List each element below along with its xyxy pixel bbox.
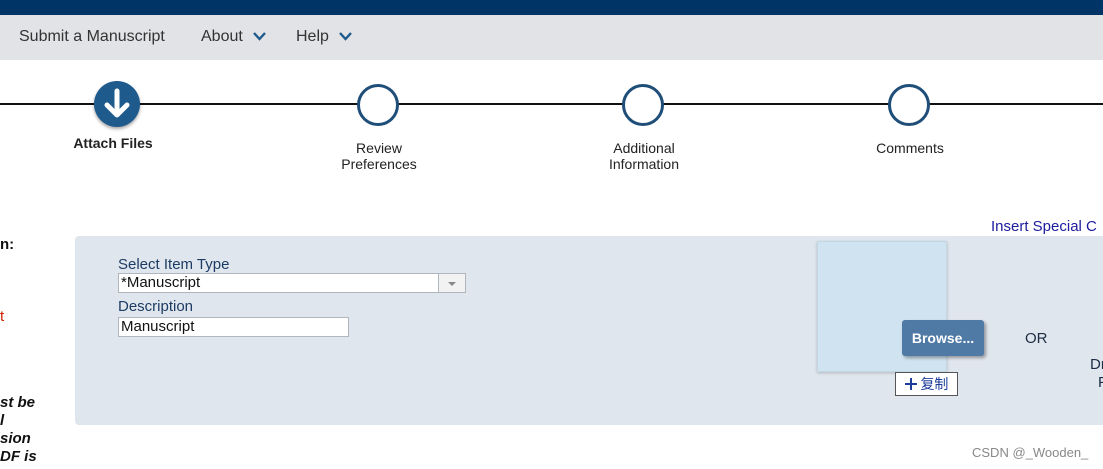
step-label-line: Information: [608, 156, 680, 172]
step-additional-information[interactable]: [622, 84, 664, 126]
watermark: CSDN @_Wooden_: [972, 445, 1089, 460]
nav-about[interactable]: About: [201, 28, 267, 46]
nav-help-label: Help: [296, 28, 329, 45]
nav-about-label: About: [201, 28, 243, 45]
step-label-line: Review: [356, 140, 402, 156]
left-text-fragment: l: [0, 412, 5, 429]
step-label-additional-information: Additional Information: [574, 140, 714, 172]
drag-drop-text-fragment: Dr: [1090, 356, 1103, 373]
step-review-preferences[interactable]: [357, 84, 399, 126]
left-text-fragment: t: [0, 308, 5, 325]
or-label: OR: [1025, 330, 1048, 347]
top-bar: [0, 0, 1103, 15]
insert-special-characters-link[interactable]: Insert Special C: [991, 218, 1097, 235]
item-type-value: *Manuscript: [121, 274, 201, 291]
description-input[interactable]: Manuscript: [118, 317, 349, 337]
progress-line: [0, 103, 1103, 105]
step-comments[interactable]: [888, 84, 930, 126]
left-text-fragment: st be: [0, 394, 36, 411]
description-label: Description: [118, 298, 194, 315]
copy-button[interactable]: 复制: [895, 372, 958, 396]
step-label-review-preferences: Review Preferences: [309, 140, 449, 172]
item-type-select[interactable]: *Manuscript: [118, 273, 466, 293]
chevron-down-icon: [339, 32, 353, 42]
step-label-attach-files: Attach Files: [73, 135, 153, 151]
select-item-type-label: Select Item Type: [118, 256, 230, 273]
caret-down-icon: [448, 282, 456, 286]
step-attach-files[interactable]: [94, 81, 140, 127]
arrow-down-icon: [104, 88, 130, 118]
plus-icon: [904, 378, 917, 390]
chevron-down-icon: [253, 32, 267, 42]
nav-help[interactable]: Help: [296, 28, 353, 46]
step-label-line: Preferences: [341, 156, 417, 172]
select-dropdown-button[interactable]: [438, 274, 465, 292]
step-label-comments: Comments: [876, 140, 944, 156]
browse-button[interactable]: Browse...: [902, 320, 984, 356]
step-label-line: Additional: [613, 140, 675, 156]
nav-submit-manuscript[interactable]: Submit a Manuscript: [19, 28, 165, 46]
drag-drop-text-fragment: F: [1098, 374, 1103, 391]
copy-label: 复制: [920, 376, 949, 392]
left-text-fragment: DF is: [0, 448, 37, 465]
left-text-fragment: sion: [0, 430, 31, 447]
left-text-fragment: n:: [0, 236, 15, 253]
nav-bar: Submit a Manuscript About Help: [0, 15, 1103, 60]
